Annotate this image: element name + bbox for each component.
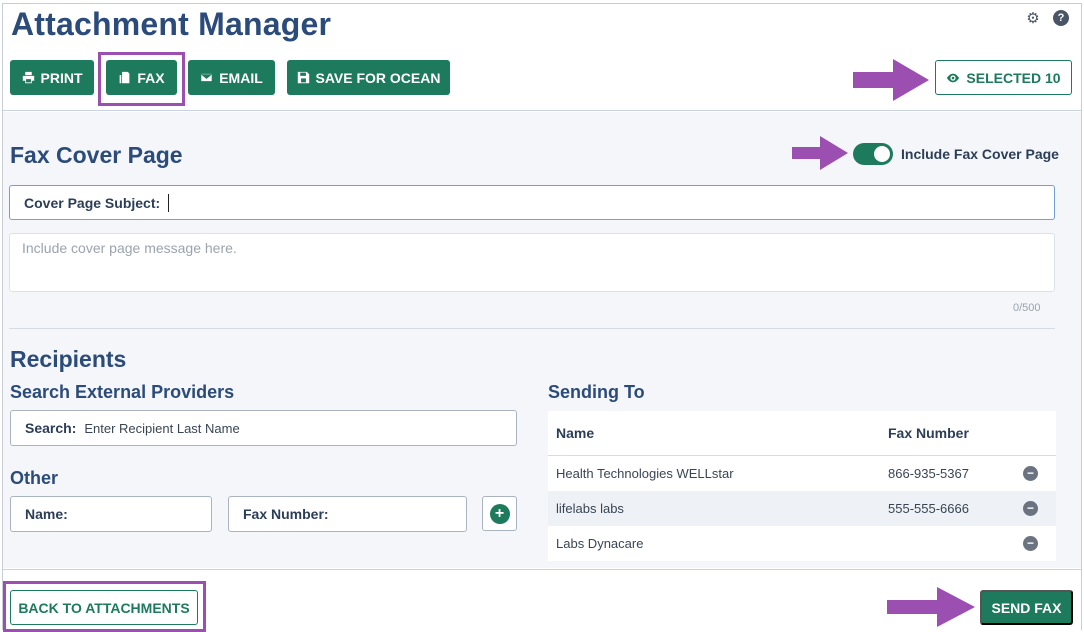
arrow-annotation-selected <box>853 59 929 101</box>
recipients-heading: Recipients <box>10 346 127 372</box>
fax-button[interactable]: FAX <box>106 60 177 95</box>
help-icon[interactable]: ? <box>1053 10 1069 26</box>
top-icons: ⚙ ? <box>1025 10 1069 27</box>
recipient-name: Labs Dynacare <box>556 536 644 551</box>
arrow-annotation-send <box>887 587 975 627</box>
recipient-fax: 866-935-5367 <box>888 466 969 481</box>
printer-icon <box>22 71 34 84</box>
include-cover-toggle-group: Include Fax Cover Page <box>853 143 1059 165</box>
header: Attachment Manager ⚙ ? PRINT FAX EMAIL S… <box>3 4 1081 111</box>
envelope-icon <box>200 72 213 83</box>
search-providers-heading: Search External Providers <box>10 382 235 402</box>
arrow-annotation-toggle <box>792 136 848 170</box>
remove-recipient-icon[interactable]: − <box>1023 536 1038 551</box>
recipient-fax: 555-555-6666 <box>888 501 969 516</box>
page-title: Attachment Manager <box>11 6 332 42</box>
table-header: Name Fax Number <box>548 411 1056 456</box>
eye-icon <box>947 73 960 82</box>
print-button[interactable]: PRINT <box>10 60 94 95</box>
footer: BACK TO ATTACHMENTS SEND FAX <box>3 569 1081 632</box>
include-cover-toggle-label: Include Fax Cover Page <box>901 146 1059 162</box>
other-heading: Other <box>10 468 59 488</box>
save-for-ocean-button[interactable]: SAVE FOR OCEAN <box>287 60 450 95</box>
selected-count-label: SELECTED 10 <box>966 69 1061 86</box>
table-row: Health Technologies WELLstar 866-935-536… <box>548 456 1056 491</box>
table-row: lifelabs labs 555-555-6666 − <box>548 491 1056 526</box>
table-row: Labs Dynacare − <box>548 526 1056 561</box>
column-header-fax: Fax Number <box>888 425 969 441</box>
fax-cover-heading: Fax Cover Page <box>10 142 183 168</box>
other-name-field[interactable]: Name: <box>10 496 212 532</box>
cover-subject-label: Cover Page Subject: <box>24 194 161 211</box>
back-to-attachments-button[interactable]: BACK TO ATTACHMENTS <box>10 590 198 625</box>
email-button[interactable]: EMAIL <box>188 60 275 95</box>
search-recipient-field[interactable]: Search: <box>10 410 517 446</box>
text-caret <box>168 193 170 212</box>
fax-button-label: FAX <box>137 69 165 86</box>
cover-message-placeholder: Include cover page message here. <box>22 240 237 256</box>
save-for-ocean-label: SAVE FOR OCEAN <box>315 69 441 86</box>
attachment-manager-window: Attachment Manager ⚙ ? PRINT FAX EMAIL S… <box>2 3 1082 632</box>
plus-icon: + <box>489 503 510 524</box>
email-button-label: EMAIL <box>219 69 263 86</box>
search-label: Search: <box>25 420 77 436</box>
search-input[interactable] <box>84 420 385 436</box>
other-fax-label: Fax Number: <box>243 506 329 522</box>
cover-message-textarea[interactable]: Include cover page message here. <box>9 233 1055 292</box>
column-header-name: Name <box>556 425 595 441</box>
save-icon <box>297 71 309 84</box>
cover-subject-field[interactable]: Cover Page Subject: <box>9 185 1055 220</box>
sending-to-table: Name Fax Number Health Technologies WELL… <box>548 411 1056 561</box>
other-fax-field[interactable]: Fax Number: <box>228 496 467 532</box>
recipient-name: Health Technologies WELLstar <box>556 466 734 481</box>
selected-count-button[interactable]: SELECTED 10 <box>935 60 1072 95</box>
gear-icon[interactable]: ⚙ <box>1025 10 1041 27</box>
char-counter: 0/500 <box>1013 302 1041 314</box>
recipient-name: lifelabs labs <box>556 501 624 516</box>
include-cover-toggle[interactable] <box>853 143 893 165</box>
remove-recipient-icon[interactable]: − <box>1023 466 1038 481</box>
main-content: Fax Cover Page Include Fax Cover Page Co… <box>3 112 1081 568</box>
send-fax-button[interactable]: SEND FAX <box>980 590 1073 625</box>
print-button-label: PRINT <box>40 69 83 86</box>
sending-to-heading: Sending To <box>548 382 645 402</box>
other-name-label: Name: <box>25 506 68 522</box>
fax-icon <box>120 71 130 84</box>
remove-recipient-icon[interactable]: − <box>1023 501 1038 516</box>
add-recipient-button[interactable]: + <box>482 496 517 531</box>
section-divider <box>9 328 1055 329</box>
